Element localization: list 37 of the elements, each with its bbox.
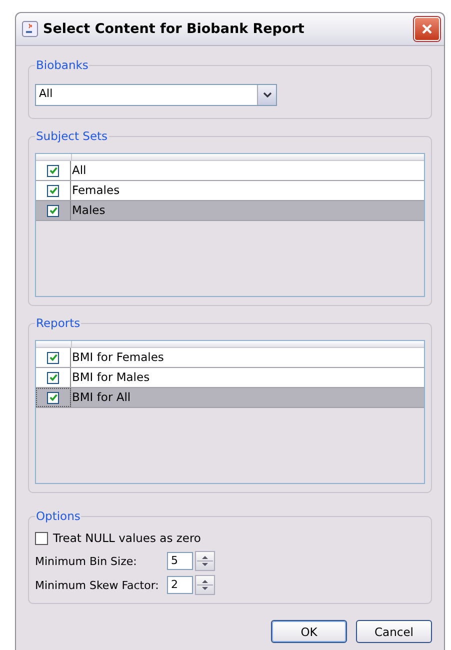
checkbox[interactable] (47, 184, 59, 196)
table-row[interactable]: Males (36, 201, 424, 221)
table-cell-text: Males (71, 202, 106, 219)
number-field[interactable]: 5 (167, 552, 193, 570)
field-label: Minimum Skew Factor: (35, 578, 160, 592)
dropdown[interactable]: All (35, 84, 277, 106)
checkbox[interactable] (47, 164, 59, 176)
checkbox[interactable] (47, 352, 59, 364)
table-row[interactable]: BMI for Males (36, 368, 424, 388)
window-title: Select Content for Biobank Report (43, 21, 306, 37)
field-label: Minimum Bin Size: (35, 554, 138, 568)
table-cell-text: BMI for All (71, 389, 132, 406)
close-icon[interactable] (421, 23, 433, 35)
dialog-button[interactable]: OK (271, 620, 347, 643)
table-cell-text: Females (71, 182, 121, 199)
table-row[interactable]: BMI for All (36, 388, 424, 408)
table-cell-text: All (71, 162, 88, 179)
dialog-button[interactable]: Cancel (356, 620, 432, 643)
number-field[interactable]: 2 (167, 576, 193, 594)
close-button[interactable] (414, 17, 440, 41)
checkbox[interactable] (47, 204, 59, 216)
group-label: Options (35, 509, 82, 523)
spinner-arrows-icon[interactable] (195, 575, 215, 595)
checkbox[interactable] (35, 532, 48, 544)
spinner-arrows-icon[interactable] (195, 551, 215, 571)
chevron-down-icon[interactable] (262, 92, 272, 98)
table-cell-text: BMI for Females (71, 349, 165, 366)
checkbox[interactable] (47, 372, 59, 384)
checkbox[interactable] (47, 392, 59, 404)
table-row[interactable]: Females (36, 181, 424, 201)
table-row[interactable]: All (36, 161, 424, 181)
checkbox-label: Treat NULL values as zero (53, 531, 201, 545)
table-cell-text: BMI for Males (71, 369, 151, 386)
table-row[interactable]: BMI for Females (36, 348, 424, 368)
group-label: Biobanks (35, 58, 90, 72)
group-label: Subject Sets (35, 129, 109, 143)
group-label: Reports (35, 316, 82, 330)
